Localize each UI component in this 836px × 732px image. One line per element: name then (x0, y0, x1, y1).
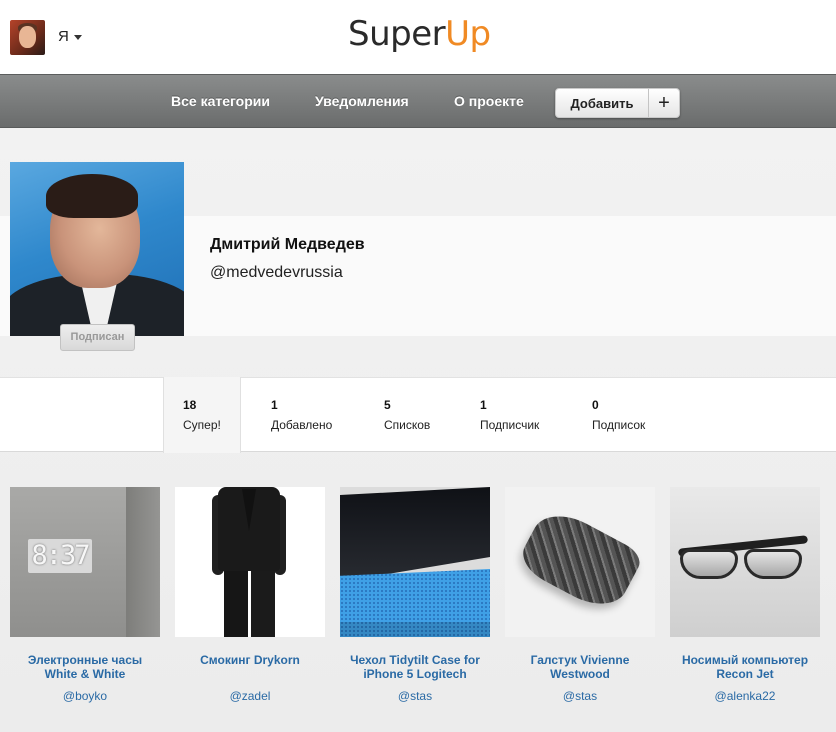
stat-label: Подписчик (480, 418, 540, 432)
item-author[interactable]: @alenka22 (670, 689, 820, 703)
item-card: Носимый компьютер Recon Jet @alenka22 (670, 487, 820, 703)
stat-following[interactable]: 0 Подписок (592, 398, 645, 432)
item-author[interactable]: @stas (340, 689, 490, 703)
page: Я SuperUp Все категории Уведомления О пр… (0, 0, 836, 732)
item-author[interactable]: @zadel (175, 689, 325, 703)
main-nav: Все категории Уведомления О проекте Доба… (0, 74, 836, 128)
item-card: 8:37 Электронные часы White & White @boy… (10, 487, 160, 703)
avatar-face (19, 26, 36, 48)
logo-text-up: Up (445, 14, 491, 54)
nav-notifications[interactable]: Уведомления (315, 93, 409, 109)
thumb-leg (224, 567, 248, 637)
thumb-tie-roll (515, 503, 645, 617)
thumb-clock: 8:37 (28, 539, 92, 573)
item-thumbnail-glasses[interactable] (670, 487, 820, 637)
stat-label: Подписок (592, 418, 646, 432)
thumb-lens (680, 549, 738, 579)
item-title[interactable]: Смокинг Drykorn (175, 653, 325, 667)
stat-followers[interactable]: 1 Подписчик (480, 398, 539, 432)
user-menu[interactable]: Я (58, 28, 82, 45)
plus-icon[interactable]: + (649, 89, 679, 117)
user-menu-label: Я (58, 28, 69, 45)
profile-handle: @medvedevrussia (210, 264, 343, 281)
item-title[interactable]: Галстук Vivienne Westwood (505, 653, 655, 681)
item-thumbnail-tie[interactable] (505, 487, 655, 637)
stat-super[interactable]: 18 Супер! (183, 398, 221, 432)
logo[interactable]: SuperUp (348, 14, 491, 54)
item-card: Галстук Vivienne Westwood @stas (505, 487, 655, 703)
item-title[interactable]: Чехол Tidytilt Case for iPhone 5 Logitec… (340, 653, 490, 681)
stat-label: Списков (384, 418, 431, 432)
add-button-label: Добавить (570, 95, 634, 111)
thumb-shadow (340, 622, 490, 637)
item-thumbnail-tuxedo[interactable] (175, 487, 325, 637)
thumb-lens (744, 549, 802, 579)
thumb-leg (251, 567, 275, 637)
stat-value: 1 (271, 398, 278, 412)
item-thumbnail-clock[interactable]: 8:37 (10, 487, 160, 637)
stat-value: 18 (183, 398, 197, 412)
item-author[interactable]: @stas (505, 689, 655, 703)
profile-name: Дмитрий Медведев (210, 236, 365, 253)
stat-value: 5 (384, 398, 391, 412)
subscribed-button[interactable]: Подписан (60, 324, 135, 351)
stat-label: Супер! (183, 418, 221, 432)
nav-all-categories[interactable]: Все категории (171, 93, 270, 109)
item-title[interactable]: Носимый компьютер Recon Jet (670, 653, 820, 681)
add-button[interactable]: Добавить + (555, 88, 680, 118)
stat-label: Добавлено (271, 418, 333, 432)
top-header: Я SuperUp (0, 0, 836, 74)
item-title[interactable]: Электронные часы White & White (10, 653, 160, 681)
photo-hair (46, 174, 138, 218)
profile-photo (10, 162, 184, 336)
stat-lists[interactable]: 5 Списков (384, 398, 430, 432)
nav-about[interactable]: О проекте (454, 93, 524, 109)
item-card: Смокинг Drykorn @zadel (175, 487, 325, 703)
item-card: Чехол Tidytilt Case for iPhone 5 Logitec… (340, 487, 490, 703)
logo-text-super: Super (348, 14, 446, 54)
caret-down-icon (73, 34, 82, 40)
item-author[interactable]: @boyko (10, 689, 160, 703)
stat-value: 1 (480, 398, 487, 412)
stat-value: 0 (592, 398, 599, 412)
item-thumbnail-case[interactable] (340, 487, 490, 637)
stat-added[interactable]: 1 Добавлено (271, 398, 332, 432)
user-avatar[interactable] (10, 20, 45, 55)
